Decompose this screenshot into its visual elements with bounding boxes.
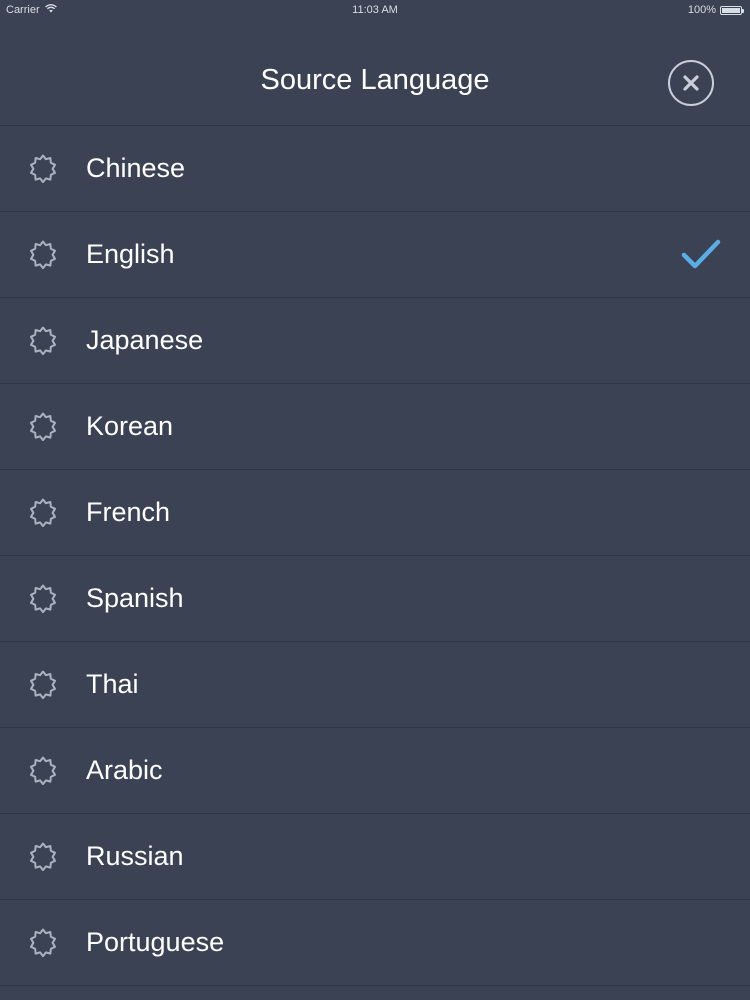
status-right: 100%	[687, 4, 744, 16]
language-label: Russian	[86, 841, 184, 871]
language-label: English	[86, 239, 175, 269]
language-label: Japanese	[86, 325, 204, 355]
language-label: Portuguese	[86, 927, 225, 957]
language-item-portuguese[interactable]: Portuguese	[0, 900, 750, 986]
language-item-thai[interactable]: Thai	[0, 642, 750, 728]
language-list: Chinese English Japanese Korean French S…	[0, 125, 750, 986]
language-item-japanese[interactable]: Japanese	[0, 298, 750, 384]
language-item-korean[interactable]: Korean	[0, 384, 750, 470]
badge-icon	[30, 584, 56, 613]
language-label: Arabic	[86, 755, 163, 785]
close-icon	[683, 75, 699, 91]
language-label: French	[86, 497, 171, 527]
close-button[interactable]	[668, 60, 714, 106]
language-item-spanish[interactable]: Spanish	[0, 556, 750, 642]
badge-icon	[30, 928, 56, 957]
language-label: Thai	[86, 669, 139, 699]
language-item-chinese[interactable]: Chinese	[0, 126, 750, 212]
battery-icon	[720, 5, 744, 15]
badge-icon	[30, 498, 56, 527]
badge-icon	[30, 326, 56, 355]
badge-icon	[30, 154, 56, 183]
badge-icon	[30, 240, 56, 269]
badge-icon	[30, 412, 56, 441]
status-bar: Carrier 11:03 AM 100%	[0, 0, 750, 22]
language-item-arabic[interactable]: Arabic	[0, 728, 750, 814]
status-time: 11:03 AM	[352, 4, 398, 16]
language-label: Chinese	[86, 153, 186, 183]
badge-icon	[30, 842, 56, 871]
page-title: Source Language	[260, 64, 490, 96]
language-label: Korean	[86, 411, 174, 441]
badge-icon	[30, 670, 56, 699]
language-item-english[interactable]: English	[0, 212, 750, 298]
language-label: Spanish	[86, 583, 184, 613]
battery-percentage: 100%	[687, 4, 716, 16]
header: Source Language	[0, 40, 750, 126]
language-item-russian[interactable]: Russian	[0, 814, 750, 900]
badge-icon	[30, 756, 56, 785]
language-item-french[interactable]: French	[0, 470, 750, 556]
checkmark-icon	[681, 239, 721, 269]
